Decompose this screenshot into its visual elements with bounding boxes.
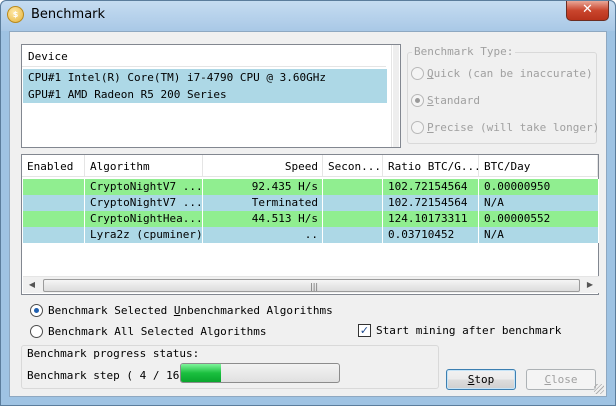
device-list-scrollbar[interactable] — [391, 45, 400, 147]
radio-precise-icon[interactable] — [411, 121, 424, 134]
algorithm-list-header: Enabled Algorithm Speed Secon... Ratio B… — [22, 155, 598, 177]
scroll-left-icon[interactable]: ◀ — [26, 280, 38, 290]
benchmark-type-group: Benchmark Type: Quick (can be inaccurate… — [407, 45, 600, 144]
cell-btc-day: N/A — [479, 195, 599, 211]
close-button[interactable]: Close — [526, 369, 596, 390]
progress-fill — [181, 364, 221, 382]
radio-precise-label: recise (will take longer) — [433, 121, 600, 134]
cell-algorithm: Lyra2z (cpuminer) — [85, 227, 203, 243]
stop-label: top — [474, 373, 495, 386]
cell-second — [323, 179, 383, 195]
table-row[interactable]: CryptoNightV7 ... 92.435 H/s 102.7215456… — [23, 179, 599, 195]
radio-unbenchmarked-icon[interactable] — [30, 304, 43, 317]
device-row-gpu[interactable]: GPU#1 AMD Radeon R5 200 Series — [23, 86, 387, 103]
radio-standard-label: tandard — [433, 94, 480, 107]
window-title: Benchmark — [31, 7, 106, 22]
column-btc-day[interactable]: BTC/Day — [479, 155, 598, 177]
status-caption: Benchmark progress status: — [27, 347, 203, 360]
radio-quick-label: uick (can be inaccurate) — [433, 67, 593, 80]
column-enabled[interactable]: Enabled — [22, 155, 85, 177]
cell-second — [323, 211, 383, 227]
cell-algorithm: CryptoNightV7 ... — [85, 195, 203, 211]
cell-enabled[interactable] — [23, 195, 85, 211]
cell-enabled[interactable] — [23, 227, 85, 243]
radio-quick-accesskey: Q — [427, 67, 434, 80]
algorithm-list[interactable]: Enabled Algorithm Speed Secon... Ratio B… — [21, 154, 599, 295]
hscroll-thumb[interactable]: ||| — [43, 279, 580, 292]
cell-speed: .. — [203, 227, 323, 243]
device-column-header[interactable]: Device — [22, 45, 386, 67]
resize-grip-icon[interactable] — [594, 384, 604, 394]
algorithm-list-hscrollbar[interactable]: ◀ ||| ▶ — [23, 276, 599, 293]
close-label: lose — [551, 373, 578, 386]
dialog-body: Device CPU#1 Intel(R) Core(TM) i7-4790 C… — [9, 31, 607, 397]
radio-all-selected-icon[interactable] — [30, 325, 43, 338]
app-logo-icon: $ — [7, 6, 24, 23]
column-algorithm[interactable]: Algorithm — [85, 155, 203, 177]
cell-btc-day: 0.00000950 — [479, 179, 599, 195]
cell-btc-day: 0.00000552 — [479, 211, 599, 227]
radio-all-selected-label: Benchmark All Selected Algorithms — [48, 325, 267, 338]
column-speed[interactable]: Speed — [203, 155, 323, 177]
close-window-button[interactable]: ✕ — [566, 1, 609, 21]
start-mining-checkbox[interactable]: ✓ Start mining after benchmark — [358, 323, 562, 339]
radio-unbenchmarked-label-post: nbenchmarked Algorithms — [180, 304, 333, 317]
table-row[interactable]: Lyra2z (cpuminer) .. 0.03710452 N/A — [23, 227, 599, 243]
column-ratio[interactable]: Ratio BTC/G... — [383, 155, 479, 177]
radio-benchmark-all-selected[interactable]: Benchmark All Selected Algorithms — [30, 324, 280, 340]
radio-benchmark-unbenchmarked[interactable]: Benchmark Selected Unbenchmarked Algorit… — [30, 303, 333, 319]
cell-second — [323, 227, 383, 243]
radio-standard-accesskey: S — [427, 94, 434, 107]
cell-enabled[interactable] — [23, 211, 85, 227]
device-list[interactable]: Device CPU#1 Intel(R) Core(TM) i7-4790 C… — [21, 44, 401, 148]
stop-button[interactable]: Stop — [446, 369, 516, 390]
cell-algorithm: CryptoNightHea... — [85, 211, 203, 227]
benchmark-step-label: Benchmark step ( 4 / 16 ) — [27, 369, 193, 382]
benchmark-status-group: Benchmark progress status: Benchmark ste… — [21, 345, 439, 389]
cell-enabled[interactable] — [23, 179, 85, 195]
table-row[interactable]: CryptoNightV7 ... Terminated 102.7215456… — [23, 195, 599, 211]
benchmark-window: $ Benchmark ✕ Device CPU#1 Intel(R) Core… — [0, 0, 616, 406]
scroll-right-icon[interactable]: ▶ — [584, 280, 596, 290]
table-row[interactable]: CryptoNightHea... 44.513 H/s 124.1017331… — [23, 211, 599, 227]
cell-speed: 44.513 H/s — [203, 211, 323, 227]
grip-icon: ||| — [310, 282, 319, 291]
device-row-cpu[interactable]: CPU#1 Intel(R) Core(TM) i7-4790 CPU @ 3.… — [23, 69, 387, 86]
cell-ratio: 102.72154564 — [383, 195, 479, 211]
column-second[interactable]: Secon... — [323, 155, 383, 177]
cell-algorithm: CryptoNightV7 ... — [85, 179, 203, 195]
cell-second — [323, 195, 383, 211]
cell-ratio: 0.03710452 — [383, 227, 479, 243]
title-bar[interactable]: $ Benchmark ✕ — [1, 1, 615, 31]
radio-precise-accesskey: P — [427, 121, 434, 134]
radio-unbenchmarked-label-pre: Benchmark Selected — [48, 304, 174, 317]
checkbox-checked-icon[interactable]: ✓ — [358, 324, 371, 337]
cell-speed: Terminated — [203, 195, 323, 211]
benchmark-progress-bar — [180, 363, 340, 383]
cell-speed: 92.435 H/s — [203, 179, 323, 195]
benchmark-type-legend: Benchmark Type: — [412, 45, 516, 58]
cell-ratio: 124.10173311 — [383, 211, 479, 227]
radio-standard-icon[interactable] — [411, 94, 424, 107]
radio-quick-icon[interactable] — [411, 67, 424, 80]
cell-ratio: 102.72154564 — [383, 179, 479, 195]
cell-btc-day: N/A — [479, 227, 599, 243]
start-mining-label: Start mining after benchmark — [376, 324, 562, 337]
